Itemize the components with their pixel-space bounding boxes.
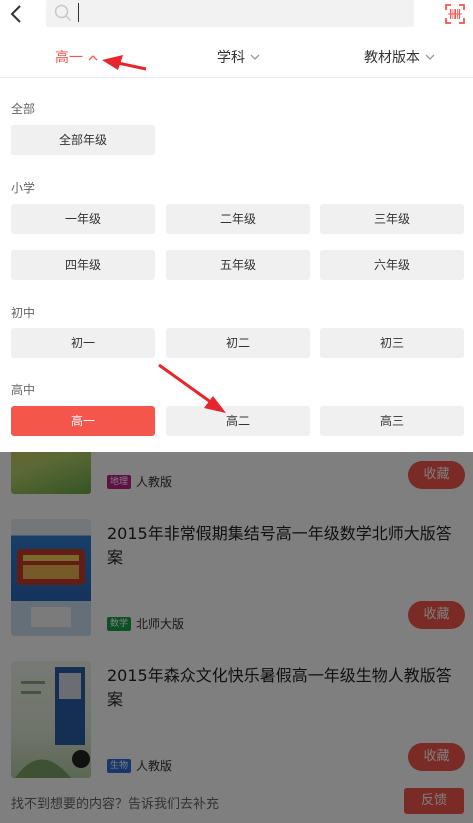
grade-option-grade6[interactable]: 六年级: [320, 250, 464, 280]
book-edition: 人教版: [136, 759, 173, 773]
grade-option-all[interactable]: 全部年级: [11, 125, 155, 155]
subject-tag: 生物: [107, 759, 132, 773]
section-primary-title: 小学: [11, 181, 36, 195]
feedback-footer: 找不到想要的内容？告诉我们去补充 反馈: [0, 783, 473, 823]
grade-option-grade1[interactable]: 一年级: [11, 204, 155, 234]
text-cursor: [78, 3, 79, 22]
search-input[interactable]: [82, 0, 402, 27]
section-senior-title: 高中: [11, 383, 36, 397]
grade-option-junior3[interactable]: 初三: [320, 328, 464, 358]
search-box[interactable]: [46, 0, 414, 27]
subject-filter-tab[interactable]: 学科: [217, 47, 260, 67]
grade-option-senior2[interactable]: 高二: [166, 406, 310, 436]
favorite-button[interactable]: 收藏: [408, 461, 465, 489]
favorite-button[interactable]: 收藏: [408, 743, 465, 771]
edition-filter-tab[interactable]: 教材版本: [364, 47, 435, 67]
grade-filter-label: 高一: [55, 50, 83, 66]
list-item[interactable]: 2015年非常假期集结号高一年级数学北师大版答案 数学 北师大版 收藏: [0, 519, 473, 659]
feedback-button[interactable]: 反馈: [404, 788, 464, 814]
back-arrow-icon[interactable]: [6, 3, 28, 25]
favorite-button[interactable]: 收藏: [408, 601, 465, 629]
chevron-down-icon: [425, 54, 435, 60]
chevron-down-icon: [250, 54, 260, 60]
book-edition: 北师大版: [136, 617, 185, 631]
chevron-up-icon: [88, 54, 98, 60]
grade-option-junior2[interactable]: 初二: [166, 328, 310, 358]
book-title: 2015年森众文化快乐暑假高一年级生物人教版答案: [107, 666, 452, 709]
grade-dropdown-panel: 全部 全部年级 小学 一年级 二年级 三年级 四年级 五年级 六年级 初中 初一…: [0, 78, 473, 452]
book-cover-art: [15, 667, 90, 778]
grade-option-grade5[interactable]: 五年级: [166, 250, 310, 280]
search-icon: [54, 4, 72, 22]
grade-option-grade4[interactable]: 四年级: [11, 250, 155, 280]
grade-option-senior1[interactable]: 高一: [11, 406, 155, 436]
grade-filter-tab[interactable]: 高一: [55, 47, 98, 67]
feedback-prompt: 找不到想要的内容？告诉我们去补充: [11, 797, 220, 812]
book-cover-art: [17, 549, 85, 627]
grade-option-senior3[interactable]: 高三: [320, 406, 464, 436]
grade-option-junior1[interactable]: 初一: [11, 328, 155, 358]
subject-tag: 数学: [107, 617, 132, 631]
book-cover-image: [11, 661, 91, 778]
barcode-scan-icon[interactable]: [444, 3, 466, 25]
section-all-title: 全部: [11, 102, 36, 116]
subject-filter-label: 学科: [217, 50, 245, 66]
grade-option-grade3[interactable]: 三年级: [320, 204, 464, 234]
edition-filter-label: 教材版本: [364, 50, 420, 66]
section-junior-title: 初中: [11, 306, 36, 320]
book-cover-image: [11, 519, 91, 636]
list-item[interactable]: 2015年森众文化快乐暑假高一年级生物人教版答案 生物 人教版 收藏: [0, 661, 473, 801]
grade-option-grade2[interactable]: 二年级: [166, 204, 310, 234]
list-item[interactable]: 地理 人教版 收藏: [0, 442, 473, 512]
top-bar: [0, 0, 473, 34]
book-edition: 人教版: [136, 475, 173, 489]
book-title: 2015年非常假期集结号高一年级数学北师大版答案: [107, 524, 452, 567]
subject-tag: 地理: [107, 475, 132, 489]
book-list: 地理 人教版 收藏 2015年非常假期集结号高一年级数学北师大版答案 数学 北师…: [0, 442, 473, 823]
filter-bar: 高一 学科 教材版本: [0, 34, 473, 78]
